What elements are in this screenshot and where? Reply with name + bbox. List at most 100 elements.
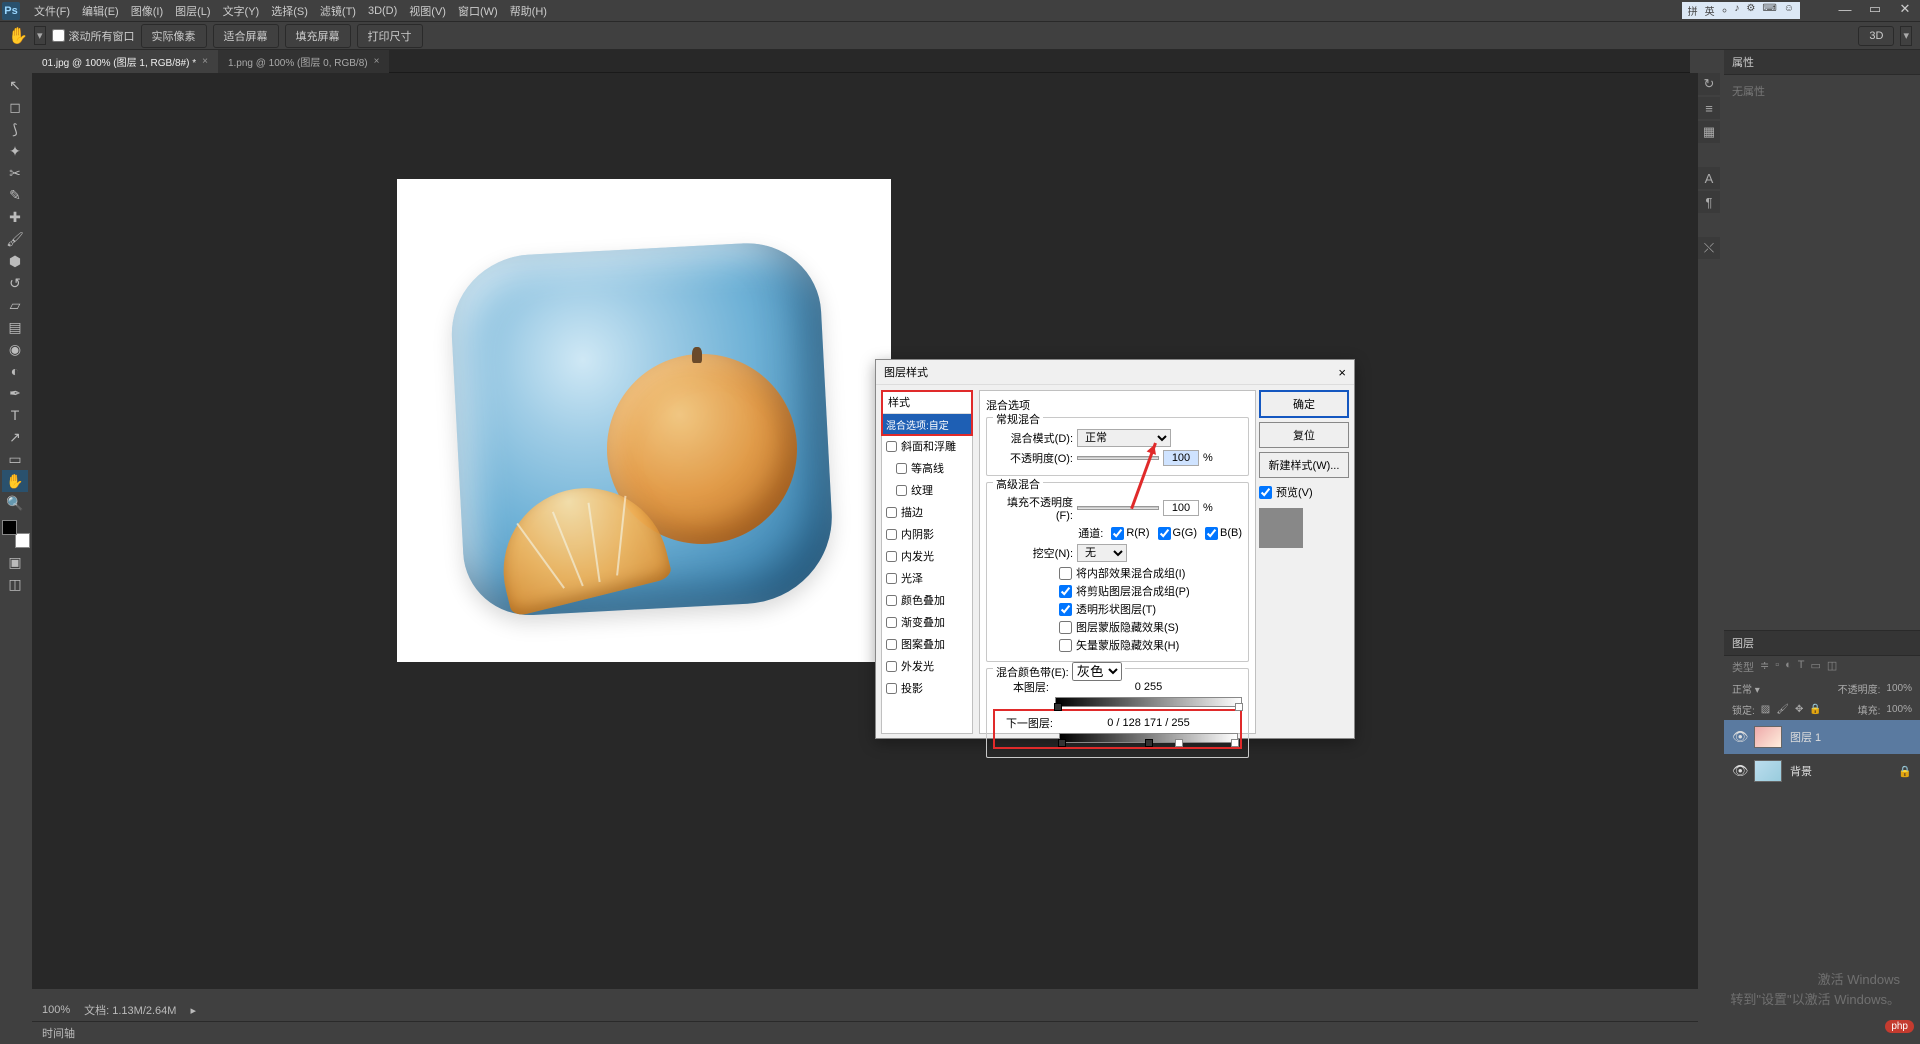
style-texture[interactable]: 纹理	[882, 479, 972, 501]
lasso-tool[interactable]: ⟆	[2, 118, 28, 140]
zoom-tool[interactable]: 🔍	[2, 492, 28, 514]
layer-kind-dd[interactable]: ≑	[1760, 659, 1769, 675]
styles-header[interactable]: 样式	[882, 391, 972, 414]
tool-preset-dd[interactable]: ▾	[34, 26, 46, 45]
menu-image[interactable]: 图像(I)	[125, 1, 169, 21]
mask-hide-cbx[interactable]: 图层蒙版隐藏效果(S)	[1059, 619, 1242, 635]
style-color-overlay[interactable]: 颜色叠加	[882, 589, 972, 611]
blend-interior-cbx[interactable]: 将内部效果混合成组(I)	[1059, 565, 1242, 581]
fill-screen-button[interactable]: 填充屏幕	[285, 24, 351, 48]
zoom-level[interactable]: 100%	[42, 1004, 70, 1016]
3d-mode-dd[interactable]: ▾	[1900, 26, 1912, 46]
ime-6[interactable]: ☺	[1782, 3, 1796, 18]
screenmode-toggle[interactable]: ◫	[2, 573, 28, 595]
timeline-tab[interactable]: 时间轴	[32, 1021, 1698, 1044]
filter-smart-icon[interactable]: ◫	[1827, 659, 1837, 675]
preview-checkbox[interactable]: 预览(V)	[1259, 484, 1349, 500]
style-bevel[interactable]: 斜面和浮雕	[882, 435, 972, 457]
style-inner-glow[interactable]: 内发光	[882, 545, 972, 567]
layer-row-1[interactable]: 👁图层 1	[1724, 720, 1920, 754]
dock-char-icon[interactable]: A	[1698, 167, 1720, 189]
dock-para-icon[interactable]: ¶	[1698, 191, 1720, 213]
style-gradient-overlay[interactable]: 渐变叠加	[882, 611, 972, 633]
ime-bar[interactable]: 拼 英 ⸰ ♪ ⚙ ⌨ ☺	[1682, 2, 1800, 19]
opacity-value[interactable]: 100%	[1886, 683, 1912, 694]
maximize-button[interactable]: ▭	[1860, 0, 1890, 18]
dialog-close-icon[interactable]: ×	[1338, 365, 1346, 380]
menu-layer[interactable]: 图层(L)	[169, 1, 216, 21]
properties-tab[interactable]: 属性	[1724, 50, 1920, 75]
actual-pixels-button[interactable]: 实际像素	[141, 24, 207, 48]
trans-shapes-cbx[interactable]: 透明形状图层(T)	[1059, 601, 1242, 617]
cancel-button[interactable]: 复位	[1259, 422, 1349, 448]
shape-tool[interactable]: ▭	[2, 448, 28, 470]
fill-opacity-slider[interactable]	[1077, 506, 1159, 510]
bg-color[interactable]	[15, 533, 30, 548]
info-arrow-icon[interactable]: ▸	[190, 1004, 196, 1017]
tab-01jpg[interactable]: 01.jpg @ 100% (图层 1, RGB/8#) *×	[32, 50, 218, 73]
fill-value[interactable]: 100%	[1886, 704, 1912, 715]
channel-g[interactable]: G(G)	[1158, 525, 1197, 541]
filter-img-icon[interactable]: ▫	[1775, 659, 1779, 675]
ime-0[interactable]: 拼	[1686, 3, 1700, 18]
fill-opacity-input[interactable]	[1163, 500, 1199, 516]
hand-tool[interactable]: ✋	[2, 470, 28, 492]
new-style-button[interactable]: 新建样式(W)...	[1259, 452, 1349, 478]
scroll-all-checkbox[interactable]: 滚动所有窗口	[52, 28, 135, 44]
menu-3d[interactable]: 3D(D)	[362, 3, 403, 19]
opacity-input[interactable]	[1163, 450, 1199, 466]
blur-tool[interactable]: ◉	[2, 338, 28, 360]
fg-color[interactable]	[2, 520, 17, 535]
underlying-slider[interactable]	[1059, 733, 1238, 743]
gradient-tool[interactable]: ▤	[2, 316, 28, 338]
channel-b[interactable]: B(B)	[1205, 525, 1242, 541]
doc-info[interactable]: 文档: 1.13M/2.64M	[84, 1002, 176, 1018]
menu-select[interactable]: 选择(S)	[265, 1, 314, 21]
ime-1[interactable]: 英	[1703, 3, 1717, 18]
style-drop-shadow[interactable]: 投影	[882, 677, 972, 699]
close-button[interactable]: ✕	[1890, 0, 1920, 18]
lock-all-icon[interactable]: 🔒	[1809, 704, 1821, 715]
layer-name[interactable]: 图层 1	[1790, 729, 1821, 745]
this-layer-slider[interactable]	[1055, 697, 1242, 707]
knockout-select[interactable]: 无	[1077, 544, 1127, 562]
wand-tool[interactable]: ✦	[2, 140, 28, 162]
eye-icon[interactable]: 👁	[1732, 763, 1746, 779]
lock-pix-icon[interactable]: 🖌	[1776, 704, 1789, 715]
color-swatch[interactable]	[2, 520, 30, 548]
style-inner-shadow[interactable]: 内阴影	[882, 523, 972, 545]
fit-screen-button[interactable]: 适合屏幕	[213, 24, 279, 48]
style-contour[interactable]: 等高线	[882, 457, 972, 479]
tab-1png[interactable]: 1.png @ 100% (图层 0, RGB/8)×	[218, 50, 390, 73]
menu-file[interactable]: 文件(F)	[28, 1, 76, 21]
canvas-area[interactable]	[32, 73, 1698, 989]
filter-shape-icon[interactable]: ▭	[1811, 659, 1821, 675]
menu-help[interactable]: 帮助(H)	[504, 1, 553, 21]
document-canvas[interactable]	[397, 179, 891, 662]
filter-adj-icon[interactable]: ◐	[1785, 659, 1792, 675]
style-pattern-overlay[interactable]: 图案叠加	[882, 633, 972, 655]
style-satin[interactable]: 光泽	[882, 567, 972, 589]
menu-filter[interactable]: 滤镜(T)	[314, 1, 362, 21]
lock-trans-icon[interactable]: ▨	[1761, 704, 1770, 715]
quickmask-toggle[interactable]: ▣	[2, 551, 28, 573]
style-stroke[interactable]: 描边	[882, 501, 972, 523]
layer-thumb[interactable]	[1754, 760, 1782, 782]
filter-type-icon[interactable]: T	[1798, 659, 1805, 675]
pen-tool[interactable]: ✒	[2, 382, 28, 404]
marquee-tool[interactable]: ◻	[2, 96, 28, 118]
dock-adjust-icon[interactable]: ⤬	[1698, 237, 1720, 259]
ime-4[interactable]: ⚙	[1744, 3, 1757, 18]
style-outer-glow[interactable]: 外发光	[882, 655, 972, 677]
stamp-tool[interactable]: ⬢	[2, 250, 28, 272]
ime-3[interactable]: ♪	[1732, 3, 1741, 18]
menu-view[interactable]: 视图(V)	[403, 1, 452, 21]
blend-if-select[interactable]: 灰色	[1072, 662, 1122, 681]
dock-swatch-icon[interactable]: ▦	[1698, 121, 1720, 143]
layer-thumb[interactable]	[1754, 726, 1782, 748]
type-tool[interactable]: T	[2, 404, 28, 426]
dialog-titlebar[interactable]: 图层样式×	[876, 360, 1354, 385]
eyedropper-tool[interactable]: ✎	[2, 184, 28, 206]
blend-clipped-cbx[interactable]: 将剪贴图层混合成组(P)	[1059, 583, 1242, 599]
vmask-hide-cbx[interactable]: 矢量蒙版隐藏效果(H)	[1059, 637, 1242, 653]
